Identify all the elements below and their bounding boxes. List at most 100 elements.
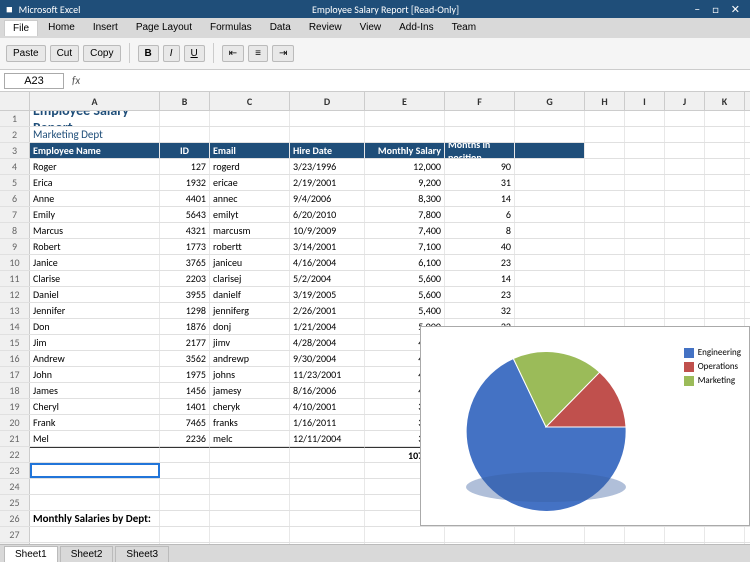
cell-f1[interactable] <box>445 111 515 126</box>
cut-button[interactable]: Cut <box>50 45 80 62</box>
cell-b27[interactable] <box>160 527 210 542</box>
cell-k2[interactable] <box>705 127 745 142</box>
tab-formulas[interactable]: Formulas <box>202 20 260 35</box>
cell-c22[interactable] <box>210 447 290 462</box>
cell-c10[interactable]: janiceu <box>210 255 290 270</box>
cell-f5[interactable]: 31 <box>445 175 515 190</box>
cell-c8[interactable]: marcusm <box>210 223 290 238</box>
cell-a8[interactable]: Marcus <box>30 223 160 238</box>
cell-k12[interactable] <box>705 287 745 302</box>
cell-d6[interactable]: 9/4/2006 <box>290 191 365 206</box>
cell-a27[interactable] <box>30 527 160 542</box>
tab-insert[interactable]: Insert <box>85 20 126 35</box>
cell-c18[interactable]: jamesy <box>210 383 290 398</box>
cell-b25[interactable] <box>160 495 210 510</box>
cell-k27[interactable] <box>705 527 745 542</box>
cell-a22[interactable] <box>30 447 160 462</box>
cell-c27[interactable] <box>210 527 290 542</box>
cell-g10[interactable] <box>515 255 585 270</box>
cell-c25[interactable] <box>210 495 290 510</box>
col-header-g[interactable]: G <box>515 92 585 110</box>
cell-k7[interactable] <box>705 207 745 222</box>
cell-h6[interactable] <box>585 191 625 206</box>
tab-data[interactable]: Data <box>262 20 299 35</box>
cell-b10[interactable]: 3765 <box>160 255 210 270</box>
cell-d14[interactable]: 1/21/2004 <box>290 319 365 334</box>
cell-g5[interactable] <box>515 175 585 190</box>
cell-a20[interactable]: Frank <box>30 415 160 430</box>
cell-k9[interactable] <box>705 239 745 254</box>
cell-g4[interactable] <box>515 159 585 174</box>
cell-b15[interactable]: 2177 <box>160 335 210 350</box>
cell-f3[interactable]: Months in position <box>445 143 515 158</box>
cell-j6[interactable] <box>665 191 705 206</box>
cell-a19[interactable]: Cheryl <box>30 399 160 414</box>
cell-d5[interactable]: 2/19/2001 <box>290 175 365 190</box>
cell-c16[interactable]: andrewp <box>210 351 290 366</box>
cell-i1[interactable] <box>625 111 665 126</box>
cell-i11[interactable] <box>625 271 665 286</box>
cell-c14[interactable]: donj <box>210 319 290 334</box>
cell-f8[interactable]: 8 <box>445 223 515 238</box>
cell-b11[interactable]: 2203 <box>160 271 210 286</box>
cell-f27[interactable] <box>445 527 515 542</box>
cell-c12[interactable]: danielf <box>210 287 290 302</box>
cell-i3[interactable] <box>625 143 665 158</box>
cell-a26-dept-label[interactable]: Monthly Salaries by Dept: <box>30 511 160 526</box>
cell-h7[interactable] <box>585 207 625 222</box>
cell-d19[interactable]: 4/10/2001 <box>290 399 365 414</box>
cell-e11[interactable]: 5,600 <box>365 271 445 286</box>
cell-k13[interactable] <box>705 303 745 318</box>
cell-g7[interactable] <box>515 207 585 222</box>
cell-b19[interactable]: 1401 <box>160 399 210 414</box>
cell-h9[interactable] <box>585 239 625 254</box>
tab-review[interactable]: Review <box>301 20 350 35</box>
cell-b20[interactable]: 7465 <box>160 415 210 430</box>
cell-i27[interactable] <box>625 527 665 542</box>
cell-a1[interactable]: Employee Salary Report <box>30 111 160 126</box>
cell-h1[interactable] <box>585 111 625 126</box>
cell-j9[interactable] <box>665 239 705 254</box>
col-header-b[interactable]: B <box>160 92 210 110</box>
cell-d17[interactable]: 11/23/2001 <box>290 367 365 382</box>
cell-c2[interactable] <box>210 127 290 142</box>
cell-j3[interactable] <box>665 143 705 158</box>
cell-a12[interactable]: Daniel <box>30 287 160 302</box>
cell-h10[interactable] <box>585 255 625 270</box>
cell-f4[interactable]: 90 <box>445 159 515 174</box>
cell-a2[interactable]: Marketing Dept <box>30 127 160 142</box>
cell-c17[interactable]: johns <box>210 367 290 382</box>
sheet-tab-2[interactable]: Sheet2 <box>60 546 114 562</box>
cell-a6[interactable]: Anne <box>30 191 160 206</box>
cell-j1[interactable] <box>665 111 705 126</box>
cell-i6[interactable] <box>625 191 665 206</box>
cell-j11[interactable] <box>665 271 705 286</box>
cell-j27[interactable] <box>665 527 705 542</box>
cell-i2[interactable] <box>625 127 665 142</box>
cell-k5[interactable] <box>705 175 745 190</box>
cell-d22[interactable] <box>290 447 365 462</box>
cell-d15[interactable]: 4/28/2004 <box>290 335 365 350</box>
cell-f13[interactable]: 32 <box>445 303 515 318</box>
cell-c4[interactable]: rogerd <box>210 159 290 174</box>
align-center-button[interactable]: ≡ <box>248 45 268 62</box>
cell-f11[interactable]: 14 <box>445 271 515 286</box>
bold-button[interactable]: B <box>138 45 159 62</box>
cell-d16[interactable]: 9/30/2004 <box>290 351 365 366</box>
cell-e12[interactable]: 5,600 <box>365 287 445 302</box>
cell-a5[interactable]: Erica <box>30 175 160 190</box>
cell-e13[interactable]: 5,400 <box>365 303 445 318</box>
cell-h8[interactable] <box>585 223 625 238</box>
cell-g12[interactable] <box>515 287 585 302</box>
cell-h27[interactable] <box>585 527 625 542</box>
cell-g9[interactable] <box>515 239 585 254</box>
cell-a24[interactable] <box>30 479 160 494</box>
cell-g3[interactable] <box>515 143 585 158</box>
cell-h11[interactable] <box>585 271 625 286</box>
cell-a7[interactable]: Emily <box>30 207 160 222</box>
cell-j8[interactable] <box>665 223 705 238</box>
cell-a14[interactable]: Don <box>30 319 160 334</box>
cell-h13[interactable] <box>585 303 625 318</box>
cell-i4[interactable] <box>625 159 665 174</box>
cell-b5[interactable]: 1932 <box>160 175 210 190</box>
